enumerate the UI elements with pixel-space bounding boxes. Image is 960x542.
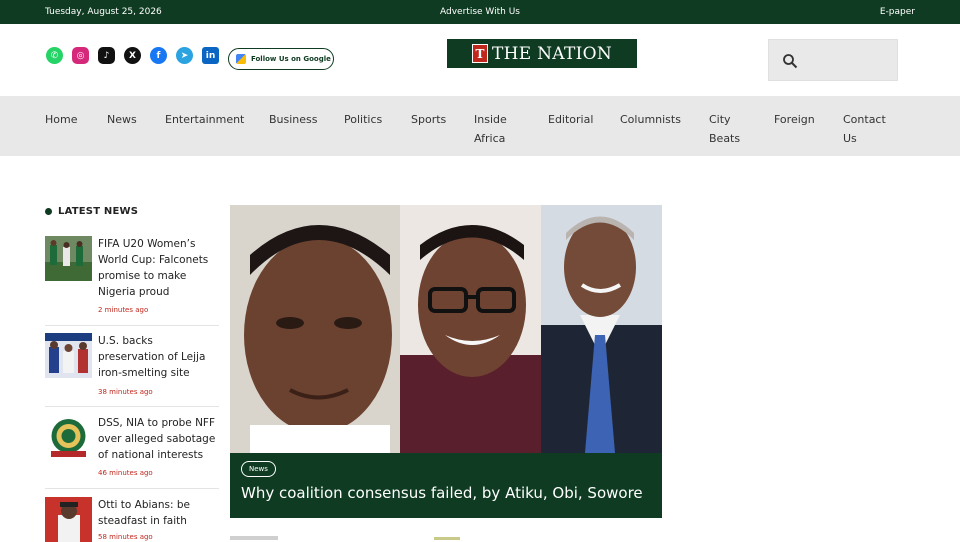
news-title[interactable]: FIFA U20 Women’s World Cup: Falconets pr… xyxy=(98,236,222,300)
top-bar: Tuesday, August 25, 2026 Advertise With … xyxy=(0,0,960,24)
divider xyxy=(45,488,219,489)
epaper-link[interactable]: E-paper xyxy=(880,7,915,17)
site-logo[interactable]: T THE NATION xyxy=(447,39,637,68)
next-row-thumbnail xyxy=(230,536,278,540)
nav-news[interactable]: News xyxy=(107,110,137,129)
follow-google-label: Follow Us on Google xyxy=(251,55,331,63)
featured-title[interactable]: Why coalition consensus failed, by Atiku… xyxy=(241,484,643,502)
instagram-icon[interactable]: ◎ xyxy=(72,47,89,64)
social-links: ✆ ◎ ♪ X f ➤ in xyxy=(46,47,219,64)
logo-text: THE NATION xyxy=(491,43,613,64)
bullet-dot-icon xyxy=(45,208,52,215)
news-title[interactable]: DSS, NIA to probe NFF over alleged sabot… xyxy=(98,415,222,463)
news-title[interactable]: U.S. backs preservation of Lejja iron-sm… xyxy=(98,333,222,381)
nav-editorial[interactable]: Editorial xyxy=(548,110,593,129)
latest-news-heading: LATEST NEWS xyxy=(45,206,138,217)
category-tag[interactable]: News xyxy=(241,461,276,477)
featured-image[interactable] xyxy=(230,205,662,453)
nav-sports[interactable]: Sports xyxy=(411,110,446,129)
news-thumbnail[interactable] xyxy=(45,236,92,281)
google-news-icon xyxy=(236,54,246,64)
nav-politics[interactable]: Politics xyxy=(344,110,382,129)
nav-home[interactable]: Home xyxy=(45,110,77,129)
list-item[interactable]: FIFA U20 Women’s World Cup: Falconets pr… xyxy=(45,236,219,316)
list-item[interactable]: Otti to Abians: be steadfast in faith 58… xyxy=(45,497,222,542)
main-nav: Home News Entertainment Business Politic… xyxy=(0,96,960,156)
news-thumbnail[interactable] xyxy=(45,415,92,460)
news-thumbnail[interactable] xyxy=(45,333,92,378)
x-icon[interactable]: X xyxy=(124,47,141,64)
divider xyxy=(45,325,219,326)
search-icon[interactable] xyxy=(782,53,798,69)
tiktok-icon[interactable]: ♪ xyxy=(98,47,115,64)
nav-business[interactable]: Business xyxy=(269,110,318,129)
news-time: 2 minutes ago xyxy=(98,306,149,314)
linkedin-icon[interactable]: in xyxy=(202,47,219,64)
news-thumbnail[interactable] xyxy=(45,497,92,542)
site-header: ✆ ◎ ♪ X f ➤ in Follow Us on Google T THE… xyxy=(0,24,960,96)
news-title[interactable]: Otti to Abians: be steadfast in faith xyxy=(98,497,222,529)
whatsapp-icon[interactable]: ✆ xyxy=(46,47,63,64)
nav-city-beats[interactable]: City Beats xyxy=(709,110,749,148)
nav-contact-us[interactable]: Contact Us xyxy=(843,110,893,148)
list-item[interactable]: DSS, NIA to probe NFF over alleged sabot… xyxy=(45,415,219,485)
nav-foreign[interactable]: Foreign xyxy=(774,110,815,129)
advertise-link[interactable]: Advertise With Us xyxy=(0,7,960,17)
logo-mark: T xyxy=(471,44,488,63)
facebook-icon[interactable]: f xyxy=(150,47,167,64)
telegram-icon[interactable]: ➤ xyxy=(176,47,193,64)
latest-news-label: LATEST NEWS xyxy=(58,206,139,217)
nav-inside-africa[interactable]: Inside Africa xyxy=(474,110,518,148)
featured-story[interactable]: News Why coalition consensus failed, by … xyxy=(230,205,662,518)
list-item[interactable]: U.S. backs preservation of Lejja iron-sm… xyxy=(45,333,222,396)
news-time: 38 minutes ago xyxy=(98,388,153,396)
follow-google-button[interactable]: Follow Us on Google xyxy=(228,48,334,70)
nav-columnists[interactable]: Columnists xyxy=(620,110,681,129)
search-box[interactable] xyxy=(768,39,898,81)
nav-entertainment[interactable]: Entertainment xyxy=(165,110,244,129)
news-time: 46 minutes ago xyxy=(98,469,153,477)
divider xyxy=(45,406,219,407)
